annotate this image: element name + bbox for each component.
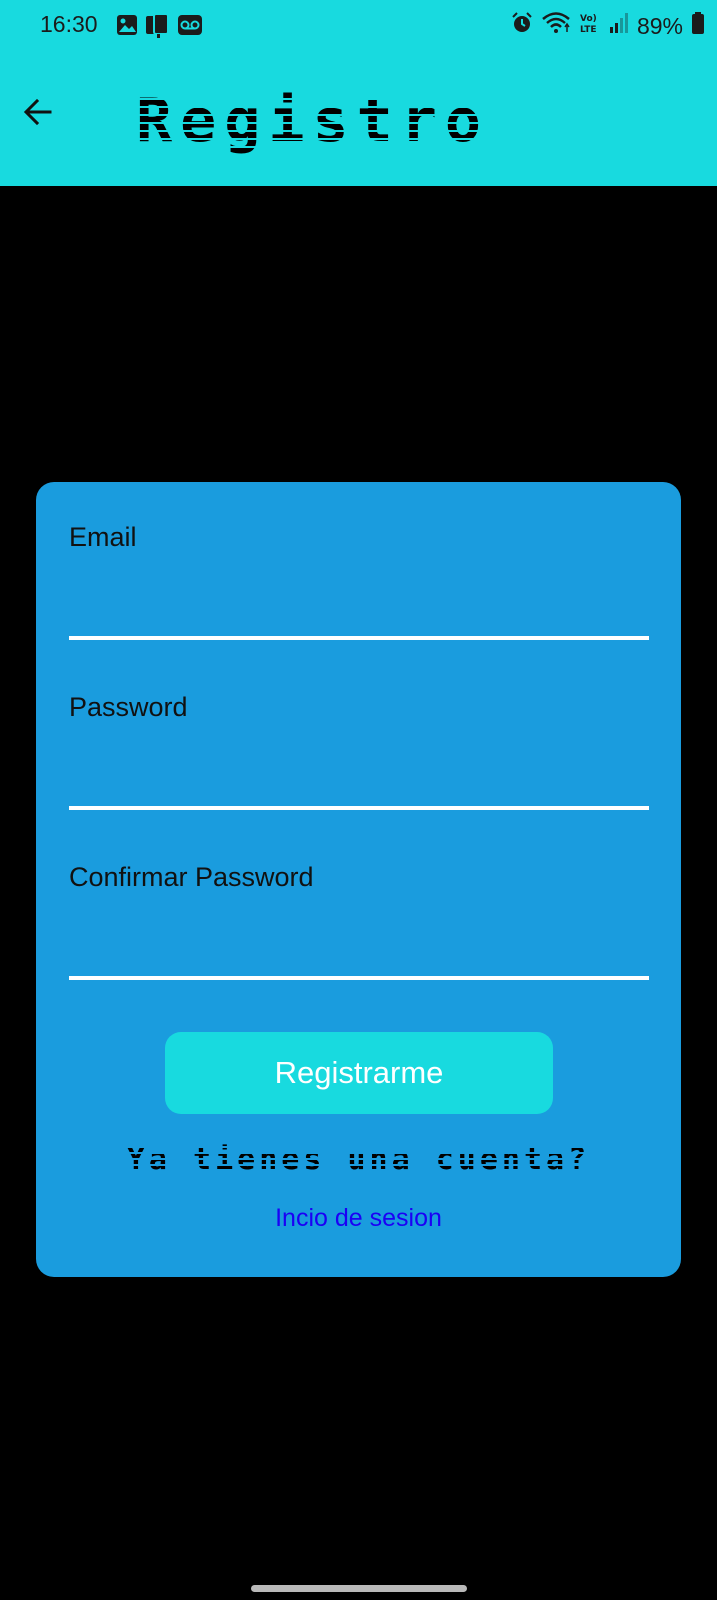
signal-icon: [609, 12, 629, 40]
back-button[interactable]: [18, 92, 58, 132]
status-right-icons: Vo) LTE 89%: [511, 11, 705, 41]
home-indicator[interactable]: [251, 1585, 467, 1592]
alarm-icon: [511, 12, 533, 40]
email-field[interactable]: [69, 568, 653, 630]
email-label: Email: [69, 522, 137, 552]
gallery-icon: [116, 14, 138, 44]
password-field[interactable]: [69, 738, 653, 800]
confirm-password-field[interactable]: [69, 908, 653, 970]
register-button[interactable]: Registrarme: [165, 1032, 553, 1114]
status-bar: 16:30 Vo) LTE 89%: [0, 0, 717, 52]
registration-card: Email Password Confirmar Password Regist…: [36, 482, 681, 1277]
page-title-text: Registro: [136, 86, 489, 156]
email-underline: [69, 636, 649, 640]
have-account-text: Ya tienes una cuenta?: [126, 1142, 591, 1177]
password-label: Password: [69, 692, 188, 722]
battery-percentage: 89%: [636, 12, 683, 39]
have-account-question: Ya tienes una cuenta?: [36, 1142, 681, 1178]
voicemail-icon: [178, 14, 202, 44]
battery-icon: [691, 11, 705, 41]
app-bar: Registro: [0, 52, 717, 186]
volte-icon: Vo) LTE: [579, 11, 601, 41]
password-underline: [69, 806, 649, 810]
svg-text:Vo): Vo): [580, 14, 597, 24]
login-link[interactable]: Incio de sesion: [36, 1204, 681, 1233]
status-left-icons: [116, 13, 202, 44]
wifi-icon: [541, 11, 571, 41]
svg-text:LTE: LTE: [580, 25, 597, 35]
page-title: Registro: [136, 84, 489, 158]
screen-mirror-icon: [145, 13, 171, 44]
arrow-left-icon: [18, 98, 58, 136]
confirm-password-label: Confirmar Password: [69, 862, 314, 892]
status-time: 16:30: [40, 11, 98, 37]
confirm-password-underline: [69, 976, 649, 980]
